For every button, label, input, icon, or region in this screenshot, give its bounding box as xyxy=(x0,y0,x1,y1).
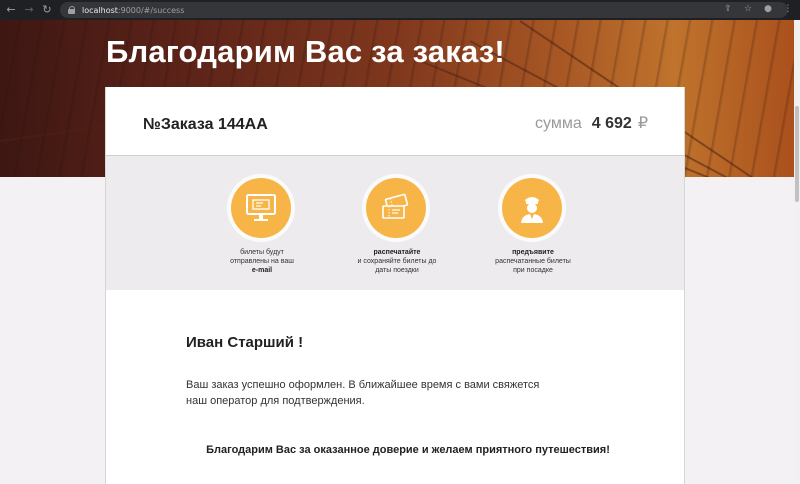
conductor-icon xyxy=(502,178,562,238)
step-text: предъявите распечатанные билеты при поса… xyxy=(495,249,571,274)
page-title: Благодарим Вас за заказ! xyxy=(106,34,505,69)
step-badge xyxy=(362,174,430,242)
sum-label: сумма xyxy=(535,115,582,132)
share-icon[interactable]: ⇪ xyxy=(722,3,734,15)
order-sum: сумма 4 692 ₽ xyxy=(535,113,648,133)
step-text: билеты будут отправлены на ваш e-mail xyxy=(230,249,294,274)
address-bar[interactable]: localhost:9000/#/success xyxy=(60,2,788,18)
lock-icon xyxy=(68,6,76,14)
tickets-icon xyxy=(366,178,426,238)
order-summary-row: №Заказа 144АА сумма 4 692 ₽ xyxy=(106,87,684,156)
order-number: №Заказа 144АА xyxy=(143,116,268,133)
confirmation-text: Ваш заказ успешно оформлен. В ближайшее … xyxy=(186,379,540,407)
reload-icon[interactable]: ↻ xyxy=(40,3,54,17)
profile-icon[interactable]: ● xyxy=(762,3,774,15)
step-badge xyxy=(498,174,566,242)
back-arrow-icon[interactable]: ← xyxy=(4,3,18,17)
bookmark-star-icon[interactable]: ☆ xyxy=(742,3,754,15)
order-card: №Заказа 144АА сумма 4 692 ₽ билеты будут… xyxy=(105,87,685,484)
thanks-text: Благодарим Вас за оказанное доверие и же… xyxy=(206,444,610,456)
page-scrollbar[interactable] xyxy=(794,20,800,484)
forward-arrow-icon[interactable]: → xyxy=(22,3,36,17)
menu-dots-icon[interactable]: ⋮ xyxy=(782,3,794,15)
monitor-ticket-icon xyxy=(231,178,291,238)
browser-toolbar: ← → ↻ localhost:9000/#/success ⇪ ☆ ● ⋮ xyxy=(0,0,800,20)
scrollbar-thumb[interactable] xyxy=(795,106,799,202)
instruction-steps: билеты будут отправлены на ваш e-mail ра… xyxy=(106,156,684,290)
currency-symbol: ₽ xyxy=(637,115,648,132)
step-text: распечатайте и сохраняйте билеты до даты… xyxy=(357,249,437,274)
url-text: localhost:9000/#/success xyxy=(82,5,185,15)
sum-value: 4 692 xyxy=(591,115,632,132)
step-badge xyxy=(227,174,295,242)
customer-greeting: Иван Старший ! xyxy=(186,334,304,351)
